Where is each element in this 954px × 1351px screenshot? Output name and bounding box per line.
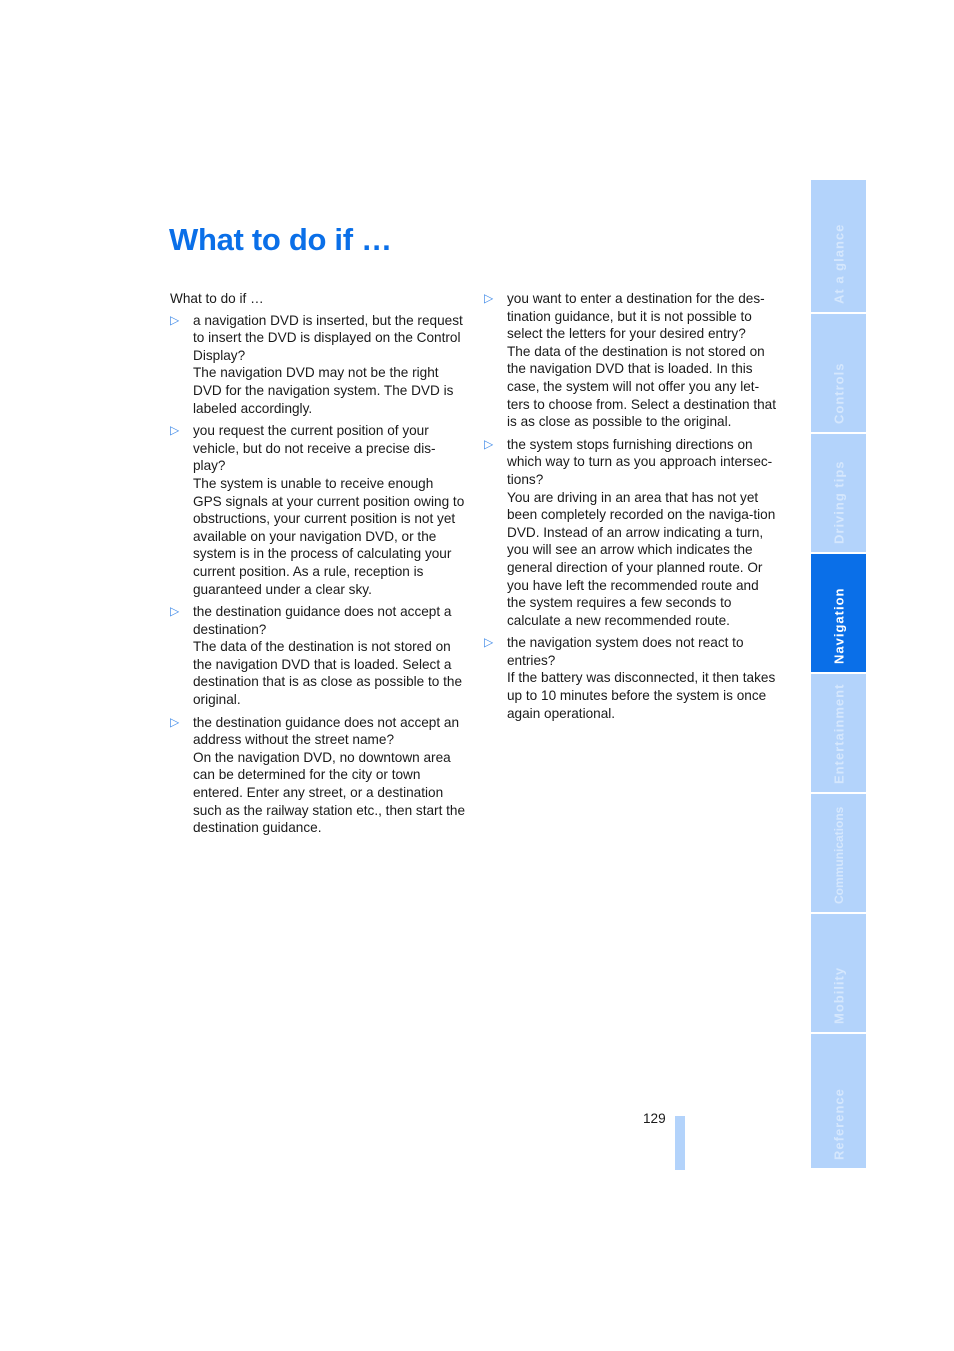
tab-communications[interactable]: Communications xyxy=(811,794,866,912)
list-item: ▷ the destination guidance does not acce… xyxy=(170,714,465,837)
tab-entertainment[interactable]: Entertainment xyxy=(811,674,866,792)
intro-text: What to do if … xyxy=(170,291,264,306)
list-item: ▷ the system stops furnishing directions… xyxy=(484,436,779,630)
page-title: What to do if … xyxy=(169,222,392,257)
page-number: 129 xyxy=(643,1111,666,1126)
tab-navigation[interactable]: Navigation xyxy=(811,554,866,672)
list-item: ▷ the navigation system does not react t… xyxy=(484,634,779,722)
tab-reference[interactable]: Reference xyxy=(811,1034,866,1168)
page-marker-bar xyxy=(675,1116,685,1170)
tab-label: Controls xyxy=(831,362,846,424)
list-item: ▷ you request the current position of yo… xyxy=(170,422,465,598)
item-answer: If the battery was disconnected, it then… xyxy=(507,670,776,721)
item-question: you want to enter a destination for the … xyxy=(507,291,765,342)
list-item: ▷ you want to enter a destination for th… xyxy=(484,290,779,431)
item-answer: You are driving in an area that has not … xyxy=(507,489,776,628)
tab-label: Mobility xyxy=(831,966,846,1024)
item-answer: The system is unable to receive enough G… xyxy=(193,475,465,597)
tab-label: At a glance xyxy=(831,223,846,304)
item-question: a navigation DVD is inserted, but the re… xyxy=(193,312,463,363)
list-item: ▷ the destination guidance does not acce… xyxy=(170,603,465,709)
tab-mobility[interactable]: Mobility xyxy=(811,914,866,1032)
right-column: ▷ you want to enter a destination for th… xyxy=(484,290,779,727)
item-answer: The data of the destination is not store… xyxy=(507,343,777,430)
item-answer: The data of the destination is not store… xyxy=(193,639,463,708)
item-question: the system stops furnishing directions o… xyxy=(507,436,773,487)
left-column: What to do if … ▷ a navigation DVD is in… xyxy=(170,290,465,842)
tab-label: Communications xyxy=(831,806,846,904)
triangle-right-outline-icon: ▷ xyxy=(170,604,180,619)
triangle-right-outline-icon: ▷ xyxy=(170,423,180,438)
item-question: the destination guidance does not accept… xyxy=(193,604,452,637)
item-question: the destination guidance does not accept… xyxy=(193,714,460,748)
tab-at-a-glance[interactable]: At a glance xyxy=(811,180,866,312)
item-answer: On the navigation DVD, no downtown area … xyxy=(193,749,466,836)
section-tabs: At a glance Controls Driving tips Naviga… xyxy=(811,180,866,1168)
tab-controls[interactable]: Controls xyxy=(811,314,866,432)
item-answer: The navigation DVD may not be the right … xyxy=(193,365,454,416)
item-question: you request the current position of your… xyxy=(193,423,436,474)
tab-label: Reference xyxy=(831,1088,846,1160)
item-question: the navigation system does not react to … xyxy=(507,635,744,668)
list-item: ▷ a navigation DVD is inserted, but the … xyxy=(170,312,465,418)
tab-driving-tips[interactable]: Driving tips xyxy=(811,434,866,552)
tab-label: Entertainment xyxy=(831,683,846,784)
triangle-right-outline-icon: ▷ xyxy=(484,635,494,650)
tab-label: Navigation xyxy=(831,587,846,664)
triangle-right-outline-icon: ▷ xyxy=(170,312,180,327)
triangle-right-outline-icon: ▷ xyxy=(484,291,494,305)
triangle-right-outline-icon: ▷ xyxy=(484,436,494,451)
triangle-right-outline-icon: ▷ xyxy=(170,714,180,729)
tab-label: Driving tips xyxy=(831,460,846,544)
